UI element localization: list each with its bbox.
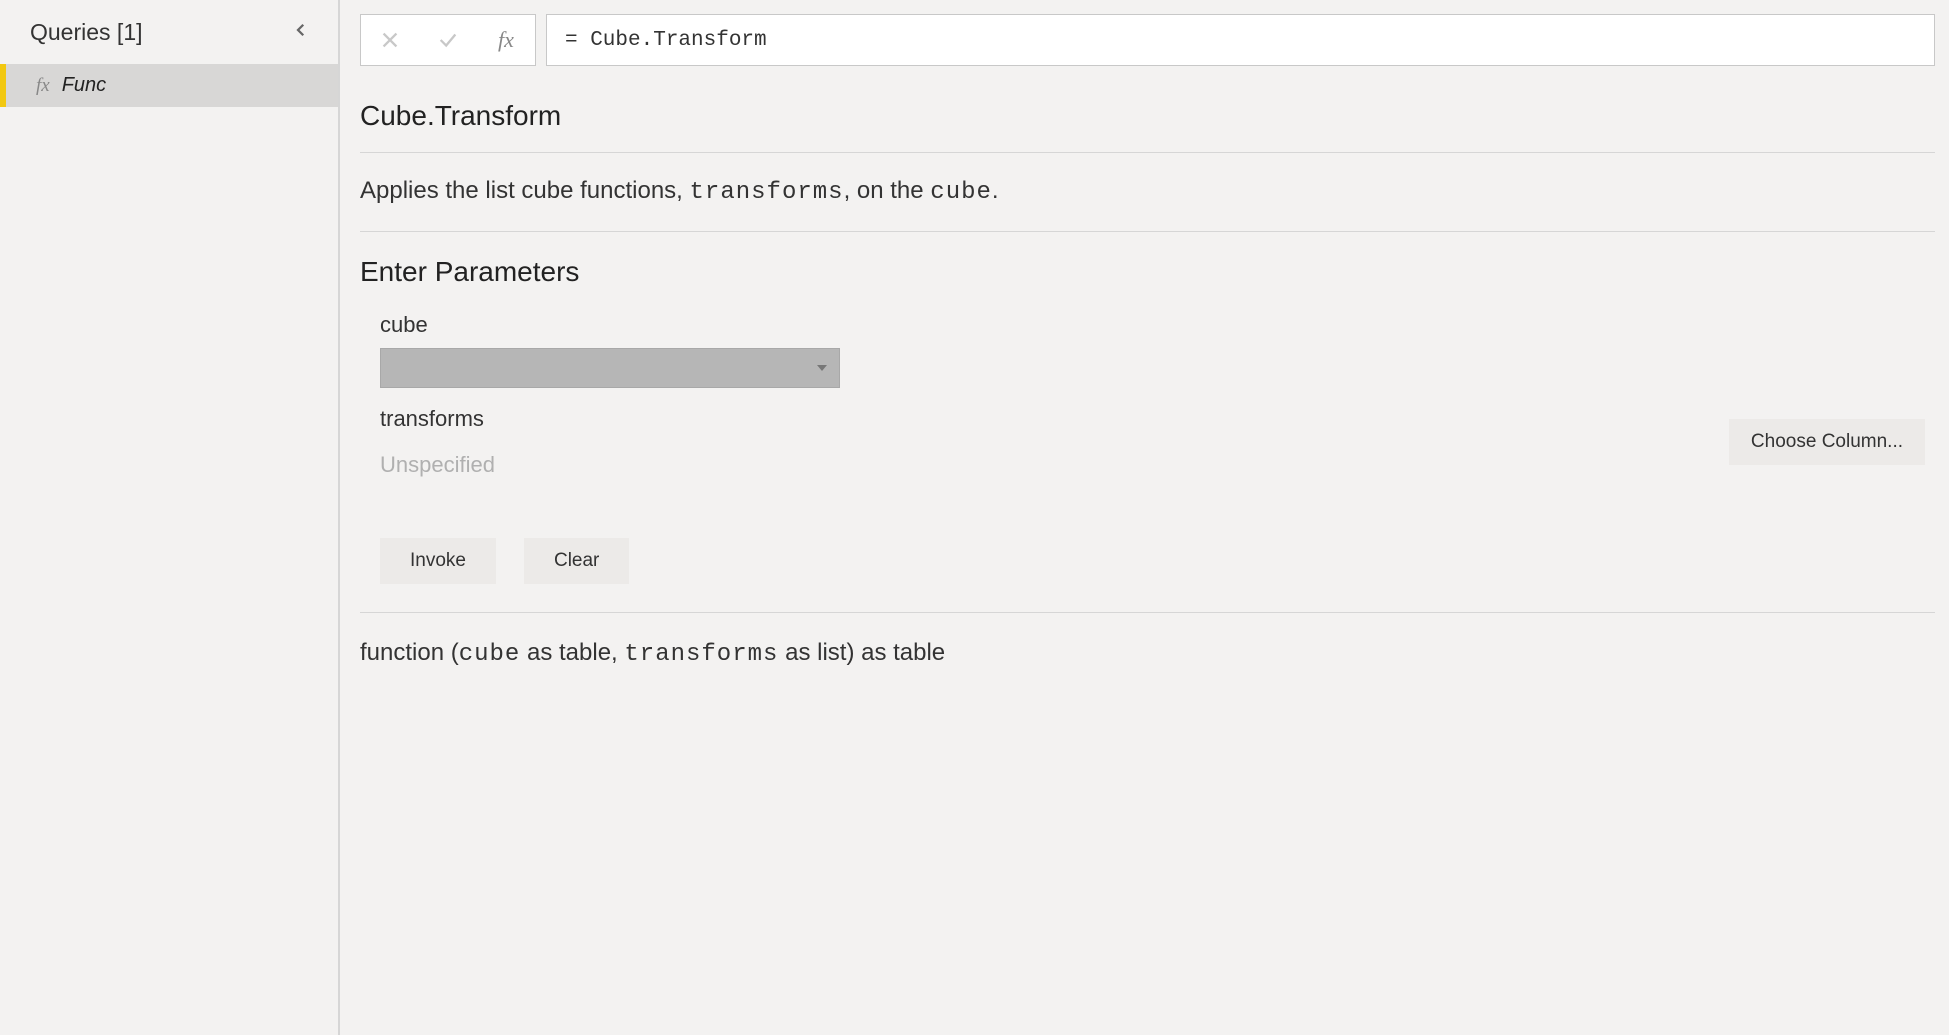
app-root: Queries [1] fx Func fx xyxy=(0,0,1949,1035)
desc-param-transforms: transforms xyxy=(690,179,844,206)
param-transforms-label: transforms xyxy=(380,406,495,432)
sidebar-title: Queries [1] xyxy=(30,19,143,46)
query-item-func[interactable]: fx Func xyxy=(0,64,338,107)
collapse-sidebar-icon[interactable] xyxy=(282,14,320,50)
function-title: Cube.Transform xyxy=(360,100,1935,153)
param-cube-label: cube xyxy=(380,312,1935,338)
fx-button[interactable]: fx xyxy=(477,15,535,65)
desc-param-cube: cube xyxy=(930,179,992,206)
param-transforms-left: transforms Unspecified xyxy=(380,406,495,478)
desc-text: , on the xyxy=(844,177,931,204)
param-transforms: transforms Unspecified Choose Column... xyxy=(360,406,1935,478)
desc-text: . xyxy=(992,177,999,204)
main-panel: fx = Cube.Transform Cube.Transform Appli… xyxy=(340,0,1949,1035)
confirm-formula-button[interactable] xyxy=(419,15,477,65)
sig-text: as table, xyxy=(520,639,624,666)
chevron-down-icon xyxy=(817,365,827,371)
formula-actions: fx xyxy=(360,14,536,66)
choose-column-button[interactable]: Choose Column... xyxy=(1729,419,1925,465)
param-actions: Invoke Clear xyxy=(360,538,1935,612)
param-transforms-value: Unspecified xyxy=(380,452,495,478)
function-content: Cube.Transform Applies the list cube fun… xyxy=(340,80,1949,1035)
param-cube: cube xyxy=(360,312,1935,388)
sig-param-cube: cube xyxy=(459,641,521,668)
function-description: Applies the list cube functions, transfo… xyxy=(360,153,1935,232)
fx-icon: fx xyxy=(498,27,514,53)
enter-parameters-title: Enter Parameters xyxy=(360,232,1935,312)
sig-text: function ( xyxy=(360,639,459,666)
function-signature: function (cube as table, transforms as l… xyxy=(360,612,1935,668)
invoke-button[interactable]: Invoke xyxy=(380,538,496,584)
queries-sidebar: Queries [1] fx Func xyxy=(0,0,340,1035)
sig-text: as list) as table xyxy=(778,639,945,666)
query-name: Func xyxy=(62,74,106,97)
cancel-formula-button[interactable] xyxy=(361,15,419,65)
clear-button[interactable]: Clear xyxy=(524,538,629,584)
fx-icon: fx xyxy=(36,75,50,97)
formula-text: = Cube.Transform xyxy=(565,29,767,52)
sig-param-transforms: transforms xyxy=(624,641,778,668)
param-cube-dropdown[interactable] xyxy=(380,348,840,388)
sidebar-header: Queries [1] xyxy=(0,0,338,64)
formula-input[interactable]: = Cube.Transform xyxy=(546,14,1935,66)
desc-text: Applies the list cube functions, xyxy=(360,177,690,204)
formula-bar: fx = Cube.Transform xyxy=(340,0,1949,80)
